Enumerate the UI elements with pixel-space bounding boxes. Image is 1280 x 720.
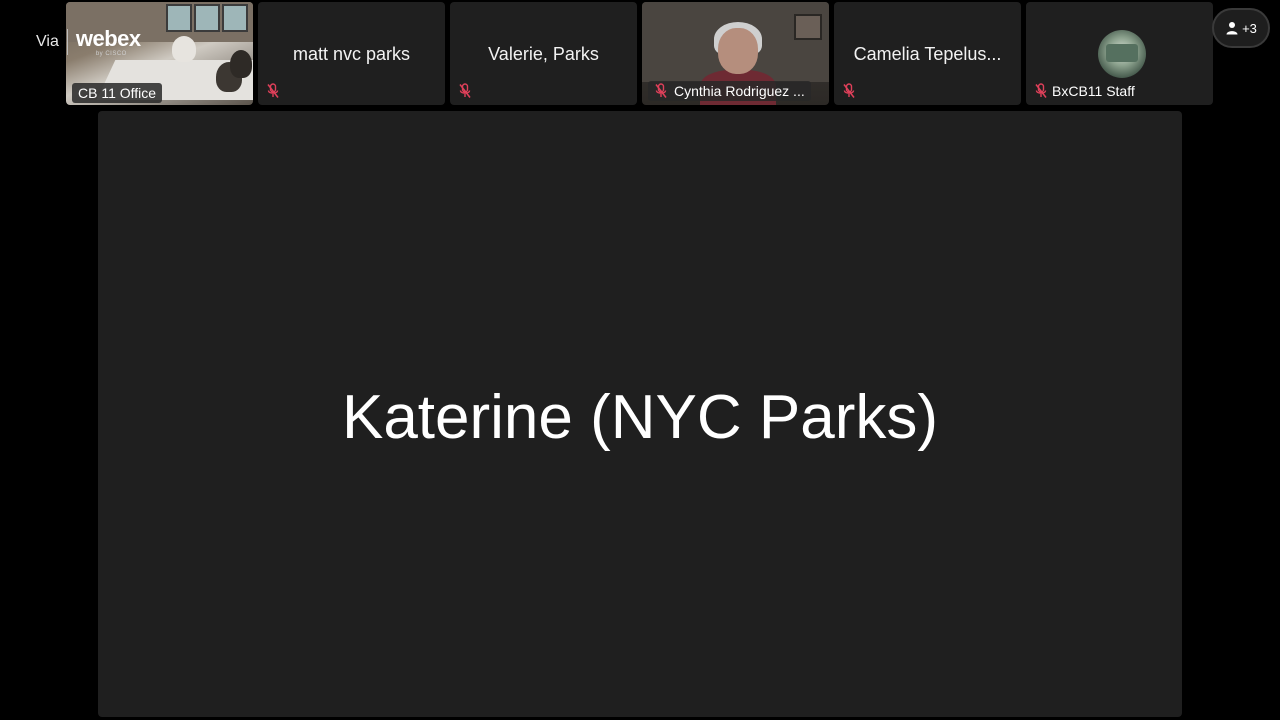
tile-name-label: CB 11 Office	[72, 83, 163, 103]
mic-muted-icon	[843, 83, 855, 98]
tile-footer	[266, 81, 280, 101]
participant-name: BxCB11 Staff	[1052, 83, 1135, 99]
more-participants-button[interactable]: +3	[1212, 8, 1270, 48]
avatar	[1098, 30, 1146, 78]
webex-branding: Via webex by CISCO	[36, 25, 141, 57]
webex-logo: webex by CISCO	[75, 25, 141, 57]
mic-muted-icon	[459, 83, 471, 98]
mic-muted-icon	[267, 83, 279, 98]
brand-divider	[66, 29, 68, 55]
mic-muted-icon	[655, 83, 667, 98]
participant-tile-matt[interactable]: matt nvc parks	[258, 2, 445, 105]
more-participants-count: +3	[1242, 20, 1257, 36]
tile-footer	[458, 81, 472, 101]
active-speaker-name: Katerine (NYC Parks)	[341, 383, 939, 452]
participant-name: Cynthia Rodriguez ...	[674, 83, 805, 99]
participant-name: Camelia Tepelus...	[853, 44, 1002, 64]
participant-tile-valerie[interactable]: Valerie, Parks	[450, 2, 637, 105]
meeting-stage: CB 11 Office matt nvc parks Valerie, Par…	[0, 0, 1280, 720]
participant-name: Valerie, Parks	[488, 44, 599, 64]
participant-strip: CB 11 Office matt nvc parks Valerie, Par…	[0, 0, 1280, 108]
cisco-wordmark: by CISCO	[95, 50, 127, 57]
participant-name: CB 11 Office	[72, 83, 163, 103]
video-feed-detail	[794, 14, 822, 40]
avatar-image-detail	[1106, 44, 1138, 62]
active-speaker-tile[interactable]: Katerine (NYC Parks)	[98, 111, 1182, 717]
video-feed-detail	[166, 4, 192, 32]
tile-footer: Cynthia Rodriguez ...	[648, 81, 811, 101]
video-feed-detail	[222, 4, 248, 32]
tile-name-label: Cynthia Rodriguez ...	[648, 81, 811, 101]
video-feed-detail	[230, 50, 252, 78]
video-feed-detail	[172, 36, 196, 62]
participant-tile-bxcb11-staff[interactable]: BxCB11 Staff	[1026, 2, 1213, 105]
person-icon	[1226, 22, 1238, 35]
participant-tile-cynthia[interactable]: Cynthia Rodriguez ...	[642, 2, 829, 105]
participant-name: matt nvc parks	[292, 44, 411, 64]
participant-tile-camelia[interactable]: Camelia Tepelus...	[834, 2, 1021, 105]
video-feed-detail	[718, 28, 758, 74]
webex-wordmark: webex	[75, 25, 141, 51]
video-feed-detail	[194, 4, 220, 32]
tile-footer: BxCB11 Staff	[1034, 81, 1135, 101]
mic-muted-icon	[1035, 83, 1047, 98]
tile-footer	[842, 81, 856, 101]
brand-via-text: Via	[36, 33, 59, 50]
